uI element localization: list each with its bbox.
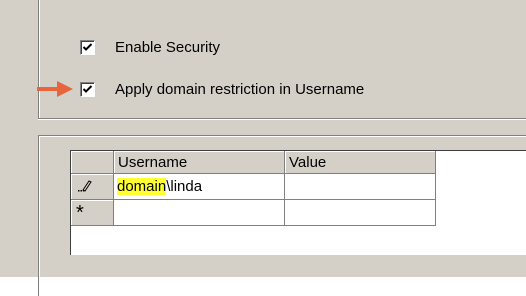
settings-panel: Enable Security Apply domain restriction… <box>0 0 526 296</box>
column-header-value[interactable]: Value <box>284 151 436 174</box>
enable-security-label: Enable Security <box>115 38 221 56</box>
domain-highlight: domain <box>117 178 167 195</box>
checkmark-icon <box>82 42 93 51</box>
domain-restriction-label: Apply domain restriction in Username <box>115 80 365 98</box>
security-group-box <box>38 0 526 119</box>
checkmark-icon <box>82 84 93 93</box>
table-row[interactable]: domain\linda <box>71 173 436 200</box>
domain-restriction-checkbox[interactable] <box>80 81 95 97</box>
enable-security-checkbox[interactable] <box>80 39 95 55</box>
asterisk-icon[interactable]: * <box>71 199 114 226</box>
arrow-icon <box>37 81 73 97</box>
username-cell[interactable]: domain\linda <box>113 173 285 200</box>
username-grid[interactable]: Username Value domain\linda * <box>70 150 526 255</box>
column-header-username[interactable]: Username <box>113 151 285 174</box>
value-cell[interactable] <box>284 199 436 226</box>
row-indicator[interactable] <box>71 173 114 200</box>
username-table: Username Value domain\linda * <box>71 151 436 226</box>
header-row: Username Value <box>71 151 436 174</box>
table-row[interactable]: * <box>71 199 436 226</box>
username-suffix: \linda <box>166 178 203 195</box>
grid-corner <box>71 151 114 174</box>
enable-security-option[interactable]: Enable Security <box>80 38 220 56</box>
domain-restriction-option[interactable]: Apply domain restriction in Username <box>80 80 364 98</box>
pencil-icon <box>78 179 92 192</box>
username-cell[interactable] <box>113 199 285 226</box>
value-cell[interactable] <box>284 173 436 200</box>
